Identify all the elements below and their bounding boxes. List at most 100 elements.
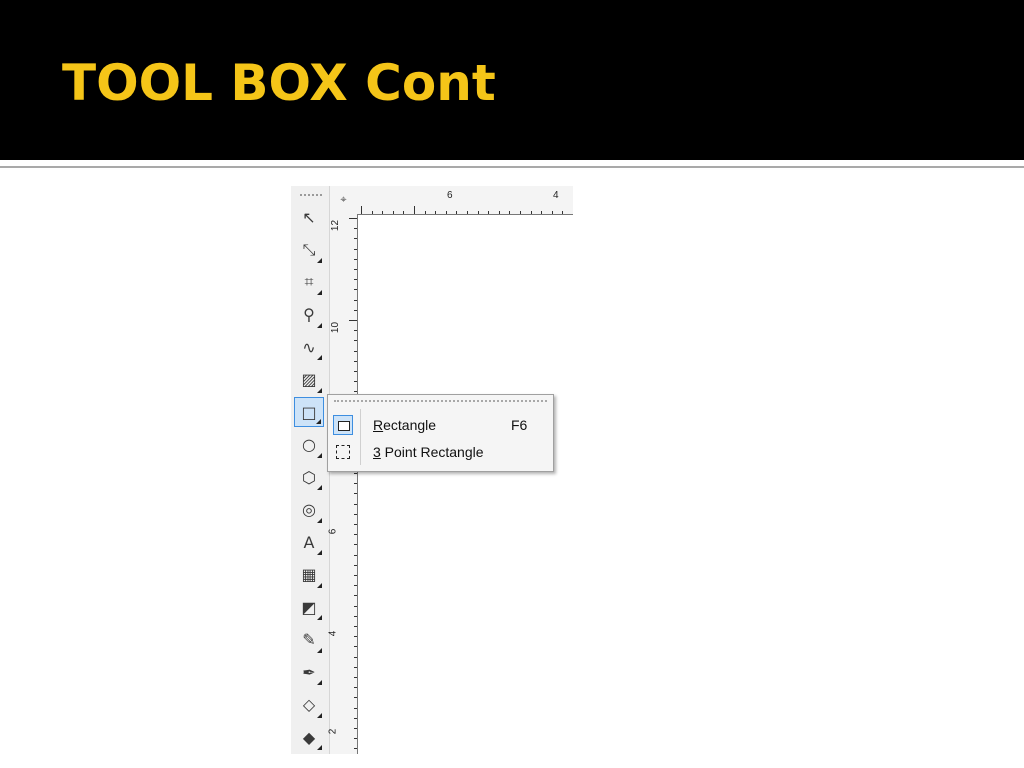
freehand-tool[interactable]: ∿ [294, 332, 324, 362]
flyout-arrow-icon [317, 485, 322, 490]
smart-fill-tool[interactable]: ▨ [294, 365, 324, 395]
toolbox: ↖ ⤡ ⌗ ⚲ ∿ ▨ □ ○ ⬡ ◎ A ▦ ◩ ✎ ✒ ◇ ◆ [291, 186, 330, 754]
crop-icon: ⌗ [304, 272, 314, 291]
ruler-tick [498, 211, 500, 214]
fill-tool[interactable]: ◇ [294, 690, 324, 720]
ruler-tick [354, 269, 357, 270]
ruler-tick [354, 228, 357, 230]
slide-header: TOOL BOX Cont [0, 0, 1024, 160]
drawing-canvas[interactable] [358, 215, 573, 754]
ruler-tick [354, 238, 357, 240]
ruler-tick [354, 350, 357, 352]
ruler-tick [477, 211, 479, 214]
basic-shapes-icon: ◎ [302, 500, 316, 519]
crop-tool[interactable]: ⌗ [294, 267, 324, 297]
rectangle-icon: □ [301, 402, 317, 422]
freehand-icon: ∿ [302, 337, 316, 357]
ruler-tick [354, 605, 357, 607]
rectangle-tool[interactable]: □ [294, 397, 324, 427]
ruler-label-6: 6 [327, 528, 339, 535]
eyedropper-tool[interactable]: ✎ [294, 625, 324, 655]
ruler-tick [354, 615, 357, 617]
text-tool[interactable]: A [294, 527, 324, 557]
ruler-tick [541, 211, 543, 214]
shape-edit-icon: ⤡ [302, 239, 316, 259]
flyout-arrow-icon [317, 745, 322, 750]
zoom-tool[interactable]: ⚲ [294, 300, 324, 330]
flyout-arrow-icon [317, 647, 322, 653]
ruler-tick [382, 211, 384, 214]
ruler-tick [467, 211, 468, 214]
ruler-tick [361, 206, 362, 214]
ruler-tick [354, 636, 357, 638]
pick-tool[interactable]: ↖ [294, 202, 324, 232]
ruler-tick [354, 564, 357, 566]
ruler-tick [551, 211, 553, 214]
ruler-tick [456, 211, 458, 214]
smart-fill-icon: ▨ [301, 370, 317, 389]
eyedropper-icon: ✎ [302, 630, 316, 649]
menu-item-3-point-rectangle[interactable]: 3 Point Rectangle [328, 439, 553, 465]
polygon-tool[interactable]: ⬡ [294, 462, 324, 492]
interactive-blend-tool[interactable]: ◩ [294, 592, 324, 622]
ruler-tick [371, 211, 373, 214]
ruler-tick [392, 211, 394, 214]
ruler-tick [424, 211, 426, 214]
toolbox-grip[interactable] [300, 194, 322, 196]
ruler-tick [354, 595, 357, 597]
arrow-pointer-icon: ↖ [302, 207, 316, 227]
slide-title: TOOL BOX Cont [62, 54, 496, 112]
ruler-tick [354, 371, 357, 372]
ruler-tick [354, 381, 357, 383]
interactive-fill-icon: ◆ [302, 727, 316, 747]
interactive-fill-tool[interactable]: ◆ [294, 722, 324, 752]
ruler-tick [509, 211, 511, 214]
ruler-tick [488, 211, 490, 214]
ruler-tick [530, 211, 532, 214]
ruler-tick [354, 575, 357, 576]
flyout-arrow-icon [317, 387, 322, 393]
rectangle-icon [333, 415, 353, 435]
blend-icon: ◩ [301, 597, 317, 617]
ruler-tick [403, 211, 405, 214]
shape-tool[interactable]: ⤡ [294, 235, 324, 265]
ruler-tick [354, 677, 357, 678]
flyout-arrow-icon [317, 257, 322, 263]
ruler-tick [354, 524, 357, 525]
ruler-tick [445, 211, 447, 214]
ruler-tick [354, 748, 357, 750]
ruler-tick [354, 544, 357, 546]
basic-shapes-tool[interactable]: ◎ [294, 495, 324, 525]
header-divider-line [0, 166, 1024, 168]
paint-bucket-icon: ◇ [302, 695, 316, 714]
ruler-tick [354, 258, 357, 260]
ellipse-icon: ○ [302, 435, 316, 454]
flyout-arrow-icon [317, 680, 322, 685]
ruler-tick [354, 656, 357, 658]
ruler-origin-corner[interactable]: ⌖ [330, 186, 358, 215]
ruler-tick [354, 697, 357, 699]
ruler-tick [354, 707, 357, 709]
ruler-tick [354, 493, 357, 495]
flyout-arrow-icon [317, 615, 322, 620]
ruler-tick [354, 340, 357, 342]
ruler-tick [354, 330, 357, 332]
ruler-label-4: 4 [327, 630, 339, 637]
ruler-tick [354, 646, 357, 648]
flyout-grip[interactable] [334, 400, 547, 402]
table-tool[interactable]: ▦ [294, 560, 324, 590]
text-icon: A [303, 532, 315, 552]
vertical-ruler[interactable]: 12 10 6 4 2 [327, 214, 358, 754]
flyout-arrow-icon [317, 322, 322, 328]
menu-item-rectangle[interactable]: Rectangle F6 [328, 412, 553, 438]
ruler-tick [354, 299, 357, 301]
ellipse-tool[interactable]: ○ [294, 430, 324, 460]
ruler-tick [354, 554, 357, 556]
horizontal-ruler[interactable]: 6 4 [357, 186, 573, 215]
menu-item-shortcut: F6 [511, 417, 528, 433]
ruler-tick [354, 666, 357, 668]
flyout-arrow-icon [317, 355, 322, 360]
flyout-arrow-icon [317, 452, 322, 458]
menu-item-label: 3 Point Rectangle [373, 444, 484, 460]
outline-tool[interactable]: ✒ [294, 657, 324, 687]
